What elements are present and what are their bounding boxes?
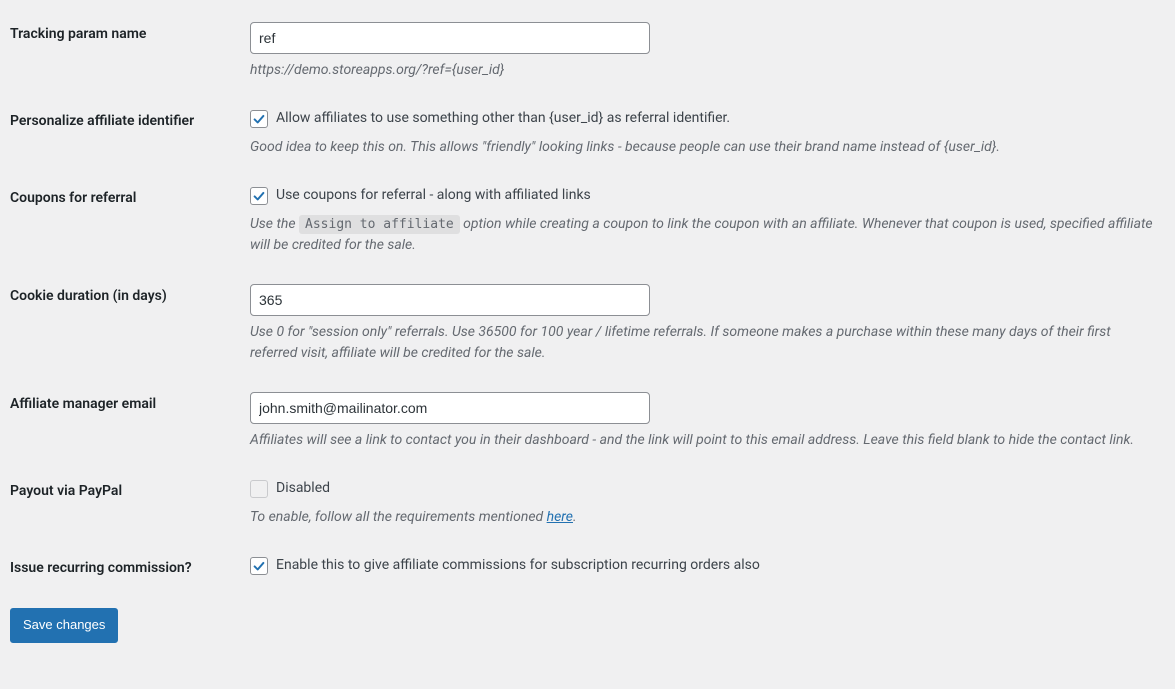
paypal-checkbox: [250, 480, 268, 498]
recurring-checkbox[interactable]: [250, 557, 268, 575]
paypal-here-link[interactable]: here: [547, 509, 573, 525]
manager-email-input[interactable]: [250, 392, 650, 424]
tracking-param-label: Tracking param name: [10, 8, 250, 95]
paypal-label: Payout via PayPal: [10, 465, 250, 542]
personalize-checkbox[interactable]: [250, 110, 268, 128]
coupons-label: Coupons for referral: [10, 172, 250, 270]
coupons-hint-code: Assign to affiliate: [299, 215, 460, 234]
personalize-checkbox-label: Allow affiliates to use something other …: [276, 109, 730, 129]
coupons-checkbox-label: Use coupons for referral - along with af…: [276, 186, 591, 206]
cookie-hint: Use 0 for "session only" referrals. Use …: [250, 322, 1155, 364]
tracking-param-input[interactable]: [250, 22, 650, 54]
coupons-hint: Use the Assign to affiliate option while…: [250, 214, 1155, 256]
tracking-param-hint: https://demo.storeapps.org/?ref={user_id…: [250, 60, 1155, 81]
personalize-label: Personalize affiliate identifier: [10, 95, 250, 172]
manager-email-label: Affiliate manager email: [10, 378, 250, 465]
recurring-label: Issue recurring commission?: [10, 542, 250, 594]
check-icon: [252, 112, 266, 126]
save-changes-button[interactable]: Save changes: [10, 608, 118, 643]
personalize-hint: Good idea to keep this on. This allows "…: [250, 137, 1155, 158]
paypal-checkbox-label: Disabled: [276, 479, 330, 499]
cookie-input[interactable]: [250, 284, 650, 316]
paypal-hint: To enable, follow all the requirements m…: [250, 507, 1155, 528]
check-icon: [252, 189, 266, 203]
coupons-checkbox[interactable]: [250, 187, 268, 205]
cookie-label: Cookie duration (in days): [10, 270, 250, 378]
recurring-checkbox-label: Enable this to give affiliate commission…: [276, 556, 760, 576]
check-icon: [252, 559, 266, 573]
manager-email-hint: Affiliates will see a link to contact yo…: [250, 430, 1155, 451]
